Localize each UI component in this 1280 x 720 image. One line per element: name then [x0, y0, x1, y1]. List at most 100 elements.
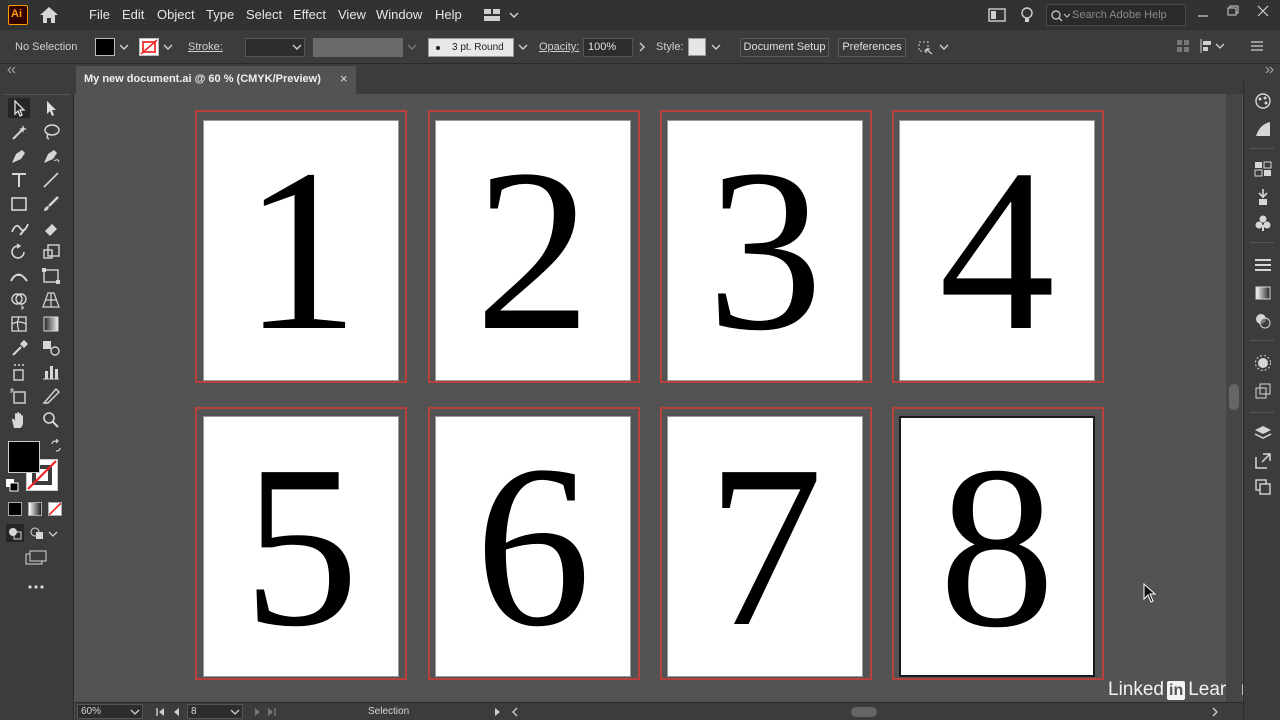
- fill-swatch[interactable]: [95, 38, 115, 56]
- swap-colors-icon[interactable]: [49, 439, 63, 453]
- first-artboard-icon[interactable]: [155, 707, 165, 717]
- horizontal-scroll-thumb[interactable]: [851, 707, 877, 717]
- collapse-toolbar-icon[interactable]: [6, 66, 16, 74]
- selection-tool-icon[interactable]: [8, 98, 30, 118]
- menu-help[interactable]: Help: [435, 7, 462, 22]
- color-panel-icon[interactable]: [1254, 92, 1272, 110]
- menu-file[interactable]: File: [89, 7, 110, 22]
- asset-export-icon[interactable]: [1254, 452, 1272, 470]
- line-segment-tool-icon[interactable]: [40, 170, 62, 190]
- width-tool-icon[interactable]: [8, 266, 30, 286]
- app-logo[interactable]: Ai: [8, 5, 28, 25]
- lasso-tool-icon[interactable]: [40, 122, 62, 142]
- lightbulb-icon[interactable]: [1020, 6, 1034, 24]
- column-graph-tool-icon[interactable]: [40, 362, 62, 382]
- toolbar-grip[interactable]: [4, 94, 70, 97]
- preferences-button[interactable]: Preferences: [838, 38, 906, 57]
- artboard-7[interactable]: 7: [667, 416, 863, 677]
- opacity-field[interactable]: 100%: [583, 38, 633, 57]
- search-field[interactable]: Search Adobe Help: [1046, 4, 1186, 26]
- menu-select[interactable]: Select: [246, 7, 282, 22]
- artboard-6[interactable]: 6: [435, 416, 631, 677]
- symbol-sprayer-tool-icon[interactable]: [8, 362, 30, 382]
- last-artboard-icon[interactable]: [267, 707, 277, 717]
- artboards-panel-icon[interactable]: [1254, 478, 1272, 496]
- perspective-grid-tool-icon[interactable]: [40, 290, 62, 310]
- align-left-icon[interactable]: [1200, 39, 1226, 53]
- menu-effect[interactable]: Effect: [293, 7, 326, 22]
- edit-toolbar-icon[interactable]: [26, 582, 46, 592]
- color-guide-icon[interactable]: [1254, 120, 1272, 138]
- draw-behind-icon[interactable]: [28, 524, 46, 542]
- magic-wand-tool-icon[interactable]: [8, 122, 30, 142]
- pen-tool-icon[interactable]: [8, 146, 30, 166]
- stroke-weight-dropdown-icon[interactable]: [291, 41, 303, 53]
- minimize-icon[interactable]: [1196, 8, 1210, 20]
- symbols-panel-icon[interactable]: [1254, 214, 1272, 232]
- screen-mode-icon[interactable]: [24, 549, 48, 567]
- artboard-4[interactable]: 4: [899, 120, 1095, 381]
- vertical-scrollbar[interactable]: [1226, 94, 1242, 702]
- brush-dropdown-icon[interactable]: [517, 41, 529, 53]
- opacity-arrow-icon[interactable]: [636, 41, 648, 53]
- swatches-panel-icon[interactable]: [1254, 160, 1272, 178]
- brushes-panel-icon[interactable]: [1254, 188, 1272, 206]
- zoom-tool-icon[interactable]: [40, 410, 62, 430]
- document-tab[interactable]: My new document.ai @ 60 % (CMYK/Preview)…: [76, 66, 356, 94]
- fill-color-box[interactable]: [8, 441, 40, 473]
- eraser-tool-icon[interactable]: [40, 218, 62, 238]
- shape-builder-tool-icon[interactable]: [8, 290, 30, 310]
- menu-object[interactable]: Object: [157, 7, 195, 22]
- transparency-panel-icon[interactable]: [1254, 312, 1272, 330]
- draw-mode-dropdown-icon[interactable]: [48, 530, 58, 538]
- home-icon[interactable]: [38, 5, 60, 25]
- style-dropdown-icon[interactable]: [710, 41, 722, 53]
- canvas-area[interactable]: 1 2 3 4 5 6 7 8 LinkedinLearning: [75, 94, 1262, 702]
- next-artboard-icon[interactable]: [253, 707, 263, 717]
- direct-selection-tool-icon[interactable]: [40, 98, 62, 118]
- vertical-scroll-thumb[interactable]: [1229, 384, 1239, 410]
- brush-definition[interactable]: 3 pt. Round: [428, 38, 514, 57]
- type-tool-icon[interactable]: [8, 170, 30, 190]
- stroke-swatch[interactable]: [139, 38, 159, 56]
- paintbrush-tool-icon[interactable]: [40, 194, 62, 214]
- gradient-tool-icon[interactable]: [40, 314, 62, 334]
- menu-type[interactable]: Type: [206, 7, 234, 22]
- mesh-tool-icon[interactable]: [8, 314, 30, 334]
- scroll-left-icon[interactable]: [510, 707, 520, 717]
- arrange-documents-icon[interactable]: [988, 7, 1006, 23]
- document-setup-button[interactable]: Document Setup: [740, 38, 829, 57]
- artboard-5[interactable]: 5: [203, 416, 399, 677]
- artboard-2[interactable]: 2: [435, 120, 631, 381]
- previous-artboard-icon[interactable]: [171, 707, 181, 717]
- arrange-options-icon[interactable]: [916, 38, 950, 56]
- close-window-icon[interactable]: [1256, 4, 1270, 18]
- hand-tool-icon[interactable]: [8, 410, 30, 430]
- profile-dropdown-icon[interactable]: [406, 41, 418, 53]
- appearance-panel-icon[interactable]: [1254, 354, 1272, 372]
- workspace-switcher-icon[interactable]: [483, 7, 519, 23]
- artboard-number-dropdown-icon[interactable]: [230, 708, 240, 716]
- graphic-styles-icon[interactable]: [1254, 382, 1272, 400]
- color-mode-icon[interactable]: [8, 502, 22, 516]
- shaper-tool-icon[interactable]: [8, 218, 30, 238]
- document-tab-close-icon[interactable]: ×: [340, 71, 348, 86]
- zoom-dropdown-icon[interactable]: [130, 708, 140, 716]
- status-menu-arrow-icon[interactable]: [493, 707, 503, 717]
- rotate-tool-icon[interactable]: [8, 242, 30, 262]
- restore-icon[interactable]: [1226, 4, 1240, 18]
- none-mode-icon[interactable]: [48, 502, 62, 516]
- curvature-tool-icon[interactable]: [40, 146, 62, 166]
- artboard-number-field[interactable]: 8: [187, 704, 243, 719]
- stroke-dropdown-icon[interactable]: [162, 41, 174, 53]
- fill-dropdown-icon[interactable]: [118, 41, 130, 53]
- menu-window[interactable]: Window: [376, 7, 422, 22]
- blend-tool-icon[interactable]: [40, 338, 62, 358]
- artboard-1[interactable]: 1: [203, 120, 399, 381]
- collapse-panels-icon[interactable]: [1265, 66, 1275, 74]
- layers-panel-icon[interactable]: [1254, 424, 1272, 442]
- panel-menu-icon[interactable]: [1250, 40, 1264, 52]
- stroke-panel-icon[interactable]: [1254, 256, 1272, 274]
- menu-edit[interactable]: Edit: [122, 7, 144, 22]
- variable-width-profile[interactable]: [313, 38, 403, 57]
